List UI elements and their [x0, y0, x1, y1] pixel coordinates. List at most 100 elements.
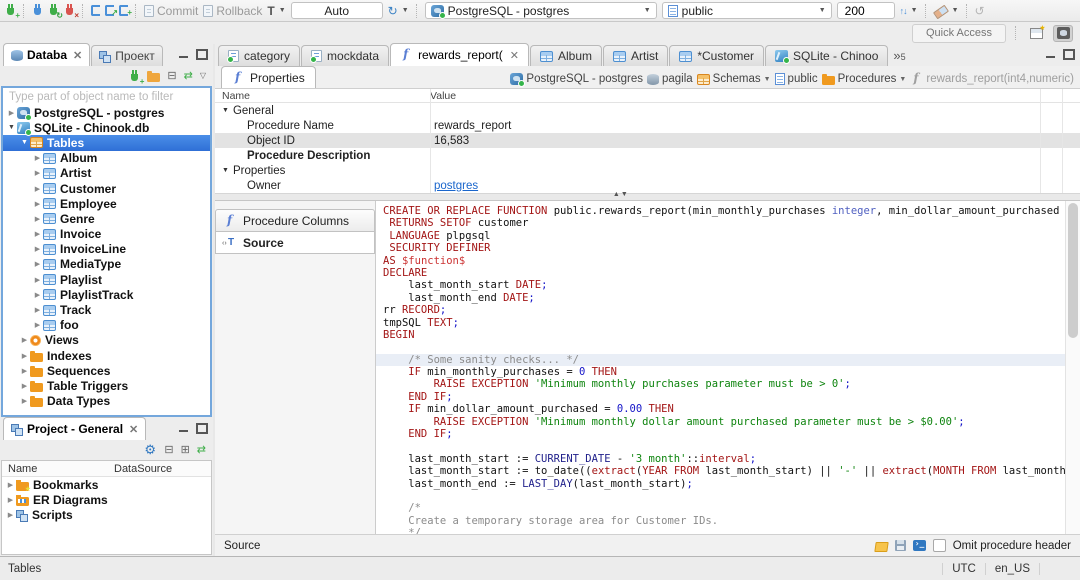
source-editor[interactable]: CREATE OR REPLACE FUNCTION public.reward…: [376, 201, 1080, 534]
property-value[interactable]: postgres: [434, 180, 478, 192]
expand-arrow-icon[interactable]: ▶: [5, 481, 16, 489]
project-item-scripts[interactable]: ▶ Scripts: [2, 507, 211, 522]
editor-tab-sqlite-chinoo[interactable]: SQLite - Chinoo: [765, 45, 889, 66]
maximize-icon[interactable]: [196, 423, 208, 434]
expand-arrow-icon[interactable]: ▼: [222, 167, 229, 174]
resultset-fetch-button[interactable]: ↑↓ ▼: [900, 5, 918, 17]
expand-arrow-icon[interactable]: ▶: [32, 245, 43, 253]
tree-item-album[interactable]: ▶ Album: [3, 151, 210, 166]
tree-item-sqlite-chinook-db[interactable]: ▼ SQLite - Chinook.db: [3, 120, 210, 136]
expand-arrow-icon[interactable]: ▶: [32, 306, 43, 314]
close-icon[interactable]: ✕: [129, 423, 138, 436]
editor-tab-album[interactable]: Album: [529, 45, 602, 66]
expand-arrow-icon[interactable]: ▶: [32, 276, 43, 284]
tree-item-views[interactable]: ▶ Views: [3, 333, 210, 348]
editor-tab-artist[interactable]: Artist: [603, 45, 669, 66]
fetch-size-input[interactable]: [836, 2, 895, 19]
tab-project[interactable]: Проект: [91, 45, 163, 66]
expand-arrow-icon[interactable]: ▶: [19, 397, 30, 405]
editor-tab-rewards-report[interactable]: rewards_report(✕: [390, 43, 529, 66]
tree-item-postgresql-postgres[interactable]: ▶ PostgreSQL - postgres: [3, 105, 210, 121]
connection-select[interactable]: PostgreSQL - postgres ▼: [424, 2, 657, 19]
column-name[interactable]: Name: [2, 463, 108, 475]
tree-item-track[interactable]: ▶ Track: [3, 302, 210, 317]
splitter-arrows-icon[interactable]: ▲▼: [613, 191, 629, 198]
new-folder-icon[interactable]: [147, 71, 161, 82]
transaction-log-button[interactable]: T ▼: [267, 5, 285, 17]
minimize-icon[interactable]: [1046, 52, 1055, 58]
tab-overflow-button[interactable]: »5: [893, 48, 905, 63]
maximize-icon[interactable]: [196, 49, 208, 60]
commit-button[interactable]: Commit: [144, 4, 198, 18]
disconnect-icon[interactable]: ×: [64, 4, 79, 20]
chevron-down-icon[interactable]: ▼: [899, 76, 906, 83]
schema-select[interactable]: public ▼: [661, 2, 832, 19]
breadcrumb-item-procedures[interactable]: Procedures ▼: [821, 73, 906, 85]
tree-item-invoice[interactable]: ▶ Invoice: [3, 227, 210, 242]
expand-arrow-icon[interactable]: ▶: [5, 496, 16, 504]
project-item-er-diagrams[interactable]: ▶ ER Diagrams: [2, 492, 211, 507]
expand-arrow-icon[interactable]: ▶: [32, 200, 43, 208]
column-value[interactable]: Value: [430, 90, 456, 102]
tree-item-foo[interactable]: ▶ foo: [3, 318, 210, 333]
tree-item-employee[interactable]: ▶ Employee: [3, 196, 210, 211]
object-filter-input[interactable]: [3, 88, 210, 105]
new-connection-icon[interactable]: +: [129, 69, 144, 85]
expand-arrow-icon[interactable]: ▶: [5, 511, 16, 519]
property-row-object-id[interactable]: Object ID 16,583: [215, 133, 1080, 148]
tree-item-indexes[interactable]: ▶ Indexes: [3, 348, 210, 363]
rollback-button[interactable]: Rollback: [203, 4, 262, 18]
tree-item-mediatype[interactable]: ▶ MediaType: [3, 257, 210, 272]
link-editor-icon[interactable]: ⇄: [197, 444, 206, 456]
expand-arrow-icon[interactable]: ▶: [6, 109, 17, 117]
view-menu-icon[interactable]: ▽: [200, 70, 206, 82]
editor-tab-customer[interactable]: *Customer: [669, 45, 765, 66]
expand-arrow-icon[interactable]: ▶: [32, 321, 43, 329]
gear-icon[interactable]: [144, 442, 157, 458]
quick-access-input[interactable]: [912, 23, 1006, 43]
open-perspective-button[interactable]: [1026, 24, 1046, 42]
open-file-icon[interactable]: [874, 541, 889, 552]
tree-item-genre[interactable]: ▶ Genre: [3, 211, 210, 226]
expand-arrow-icon[interactable]: ▶: [19, 382, 30, 390]
dbeaver-perspective-button[interactable]: [1053, 24, 1073, 42]
breadcrumb-item-pagila[interactable]: pagila: [646, 73, 693, 85]
expand-arrow-icon[interactable]: ▼: [6, 124, 17, 131]
scrollbar-thumb[interactable]: [1068, 203, 1078, 338]
source-code[interactable]: CREATE OR REPLACE FUNCTION public.reward…: [376, 201, 1066, 534]
console-icon[interactable]: [912, 539, 926, 551]
column-name[interactable]: Name: [215, 90, 430, 102]
tab-project-general[interactable]: Project - General ✕: [3, 417, 147, 440]
save-file-icon[interactable]: [894, 540, 906, 551]
new-sql-editor-icon[interactable]: +: [119, 5, 132, 17]
minimize-icon[interactable]: [179, 426, 188, 432]
editor-tab-category[interactable]: category: [218, 45, 301, 66]
expand-arrow-icon[interactable]: ▶: [19, 336, 30, 344]
expand-arrow-icon[interactable]: ▶: [19, 352, 30, 360]
close-icon[interactable]: ✕: [510, 49, 519, 62]
property-row-procedure-name[interactable]: Procedure Name rewards_report: [215, 118, 1080, 133]
vertical-scrollbar[interactable]: [1065, 201, 1080, 534]
expand-arrow-icon[interactable]: ▶: [32, 260, 43, 268]
tree-item-playlisttrack[interactable]: ▶ PlaylistTrack: [3, 287, 210, 302]
timezone-indicator[interactable]: UTC: [942, 562, 985, 575]
undo-icon[interactable]: ↺: [975, 5, 985, 17]
property-row-procedure-description[interactable]: Procedure Description: [215, 148, 1080, 163]
tab-database-navigator[interactable]: Databa ✕: [3, 43, 91, 66]
new-connection-icon[interactable]: +: [5, 4, 20, 20]
expand-arrow-icon[interactable]: ▼: [222, 107, 229, 114]
breadcrumb-item-public[interactable]: public: [774, 73, 818, 85]
locale-indicator[interactable]: en_US: [984, 562, 1040, 575]
breadcrumb-item-schemas[interactable]: Schemas ▼: [696, 73, 771, 85]
expand-arrow-icon[interactable]: ▼: [19, 139, 30, 146]
expand-arrow-icon[interactable]: ▶: [32, 215, 43, 223]
pane-splitter[interactable]: ▲▼: [215, 191, 1080, 201]
breadcrumb-item-rewards-report-int4-numeric[interactable]: rewards_report(int4,numeric): [910, 71, 1074, 85]
transaction-history-button[interactable]: ↻ ▼: [388, 5, 409, 17]
expand-arrow-icon[interactable]: ▶: [32, 154, 43, 162]
tree-item-tables[interactable]: ▼ Tables: [3, 135, 210, 151]
tree-item-playlist[interactable]: ▶ Playlist: [3, 272, 210, 287]
minimize-icon[interactable]: [179, 52, 188, 58]
chevron-down-icon[interactable]: ▼: [764, 76, 771, 83]
column-datasource[interactable]: DataSource: [108, 463, 172, 475]
